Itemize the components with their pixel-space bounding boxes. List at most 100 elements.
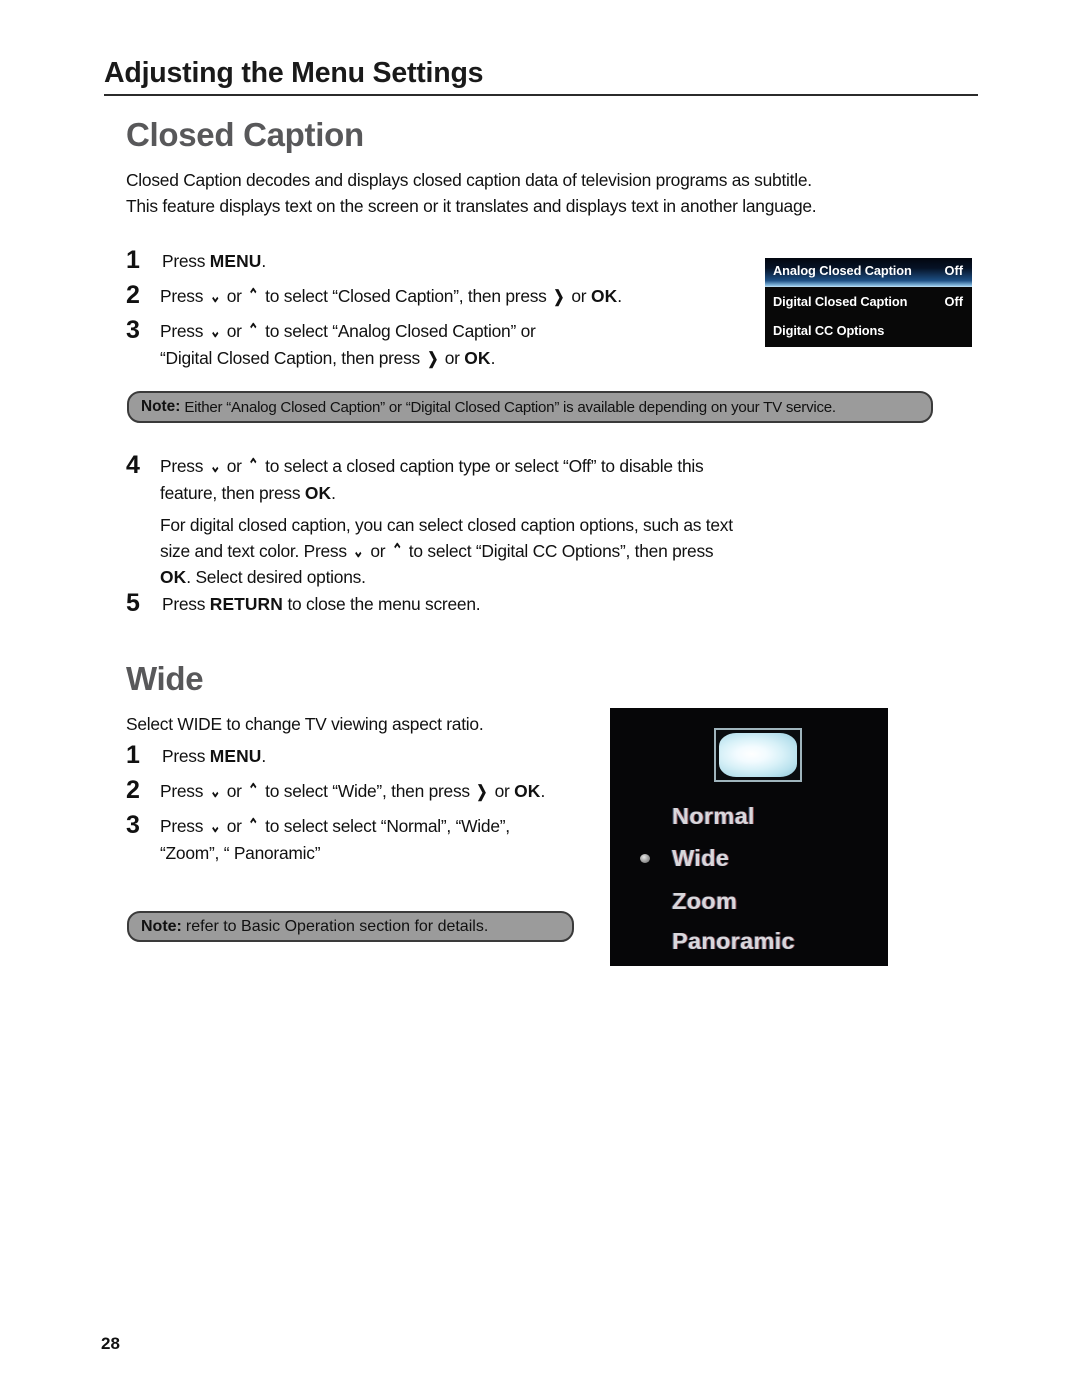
step-item: 1 Press MENU. (126, 247, 746, 275)
label-press: Press (162, 746, 210, 766)
note-text: Either “Analog Closed Caption” or “Digit… (184, 398, 836, 416)
label-press: Press (162, 594, 210, 614)
chevron-right-icon: ❯ (553, 287, 565, 306)
label-or: or (222, 780, 247, 801)
label-or-2: or (490, 780, 515, 801)
step4-sub-line2a: size and text color. Press (160, 540, 352, 561)
closed-caption-steps-1-3: 1 Press MENU. 2 Press ⌄ or ⌃ to select “… (126, 247, 746, 379)
step-text: Press ⌄ or ⌃ to select “Wide”, then pres… (160, 777, 545, 806)
chevron-up-icon: ⌃ (248, 320, 259, 343)
step-number: 5 (126, 589, 140, 617)
label-press: Press (160, 285, 208, 306)
section-heading-closed-caption: Closed Caption (126, 116, 364, 153)
chevron-up-icon: ⌃ (248, 285, 259, 307)
page-number: 28 (101, 1334, 120, 1353)
closed-caption-step-4: 4 Press ⌄ or ⌃ to select a closed captio… (126, 452, 826, 598)
chevron-down-icon: ⌄ (209, 780, 221, 802)
wide-step3-line2-text: “Zoom”, “ Panoramic” (160, 842, 321, 863)
note-box-wide: Note: refer to Basic Operation section f… (127, 911, 574, 942)
menu-row-digital-closed-caption[interactable]: Digital Closed Caption Off (765, 287, 972, 316)
punct-period: . (261, 746, 266, 766)
punct-period: . (617, 285, 622, 306)
note-label: Note: (141, 398, 181, 415)
step-number: 2 (126, 280, 140, 309)
step4-sub-paragraph: For digital closed caption, you can sele… (160, 513, 733, 591)
step-number: 1 (126, 741, 140, 769)
step4-sub-line3: . Select desired options. (186, 567, 366, 587)
label-or: or (222, 285, 247, 306)
step-text: Press ⌄ or ⌃ to select “Closed Caption”,… (160, 282, 622, 311)
step-item: 5 Press RETURN to close the menu screen. (126, 590, 826, 618)
chevron-right-icon: ❯ (426, 349, 438, 368)
note-box-closed-caption: Note: Either “Analog Closed Caption” or … (127, 391, 933, 423)
step-number: 2 (126, 775, 140, 804)
step-item: 2 Press ⌄ or ⌃ to select “Wide”, then pr… (126, 777, 646, 806)
selection-dot-icon (640, 854, 650, 863)
wide-option-panoramic[interactable]: Panoramic (672, 928, 795, 955)
menu-row-value: Off (944, 294, 963, 309)
step-text: Press RETURN to close the menu screen. (160, 590, 481, 618)
closed-caption-tv-menu[interactable]: Analog Closed Caption Off Digital Closed… (765, 258, 972, 347)
running-header: Adjusting the Menu Settings (104, 57, 978, 97)
label-or-2: or (440, 347, 465, 368)
wide-option-normal[interactable]: Normal (672, 803, 755, 830)
wide-option-zoom[interactable]: Zoom (672, 888, 737, 915)
punct-period: . (490, 347, 496, 368)
label-or: or (365, 540, 390, 561)
step3-line2-text: “Digital Closed Caption, then press (160, 347, 425, 368)
key-menu: MENU (209, 746, 262, 766)
chevron-up-icon: ⌃ (391, 540, 403, 562)
running-header-title: Adjusting the Menu Settings (104, 57, 484, 89)
step-text: Press ⌄ or ⌃ to select “Analog Closed Ca… (160, 317, 536, 372)
label-or-2: or (566, 285, 591, 306)
punct-period: . (331, 482, 336, 503)
step2-middle-text: to select “Closed Caption”, then press (260, 285, 552, 306)
chevron-down-icon: ⌄ (353, 540, 364, 562)
step-item-continued: For digital closed caption, you can sele… (126, 513, 826, 591)
chevron-up-icon: ⌃ (248, 455, 259, 478)
step-item: 4 Press ⌄ or ⌃ to select a closed captio… (126, 452, 826, 506)
key-ok: OK (514, 780, 541, 801)
chevron-down-icon: ⌄ (209, 320, 221, 343)
wide-option-wide[interactable]: Wide (672, 845, 729, 872)
label-press: Press (162, 251, 210, 271)
menu-row-digital-cc-options[interactable]: Digital CC Options (765, 316, 972, 345)
step-item: 2 Press ⌄ or ⌃ to select “Closed Caption… (126, 282, 746, 311)
tv-screen-preview-icon (714, 728, 802, 782)
note-text: refer to Basic Operation section for det… (185, 917, 489, 935)
menu-row-label: Digital Closed Caption (773, 294, 908, 309)
step-item: 3 Press ⌄ or ⌃ to select “Analog Closed … (126, 317, 746, 372)
step-text: Press MENU. (160, 742, 266, 770)
key-ok: OK (160, 567, 187, 587)
menu-row-label: Analog Closed Caption (773, 263, 912, 278)
step-item: 1 Press MENU. (126, 742, 646, 770)
wide-steps: 1 Press MENU. 2 Press ⌄ or ⌃ to select “… (126, 742, 646, 873)
header-divider (104, 94, 978, 97)
label-or: or (222, 456, 247, 476)
wide-step2-middle-text: to select “Wide”, then press (260, 780, 475, 801)
key-menu: MENU (209, 251, 262, 271)
key-return: RETURN (209, 594, 283, 614)
section-heading-wide: Wide (126, 660, 204, 697)
closed-caption-intro-paragraph: Closed Caption decodes and displays clos… (126, 170, 817, 216)
label-press: Press (160, 816, 208, 836)
wide-tv-menu[interactable]: Normal Wide Zoom Panoramic (610, 708, 888, 966)
label-press: Press (160, 780, 208, 801)
key-ok: OK (590, 285, 618, 306)
step4-sub-line2b: to select “Digital CC Options”, then pre… (404, 540, 714, 561)
step-text: Press ⌄ or ⌃ to select a closed caption … (160, 452, 704, 506)
menu-row-analog-closed-caption[interactable]: Analog Closed Caption Off (765, 258, 972, 287)
step4-sub-line1: For digital closed caption, you can sele… (160, 515, 733, 535)
chevron-up-icon: ⌃ (248, 780, 259, 802)
key-ok: OK (464, 347, 491, 368)
chevron-right-icon: ❯ (476, 782, 488, 801)
step-text: Press MENU. (160, 247, 266, 275)
chevron-down-icon: ⌄ (209, 285, 221, 307)
key-ok: OK (304, 482, 332, 503)
step-number: 3 (126, 316, 140, 344)
step-number: 4 (126, 451, 140, 479)
chevron-down-icon: ⌄ (209, 815, 221, 838)
menu-row-label: Digital CC Options (773, 323, 885, 338)
step3-middle-text: to select “Analog Closed Caption” or (260, 321, 536, 341)
step-item: 3 Press ⌄ or ⌃ to select select “Normal”… (126, 812, 646, 866)
